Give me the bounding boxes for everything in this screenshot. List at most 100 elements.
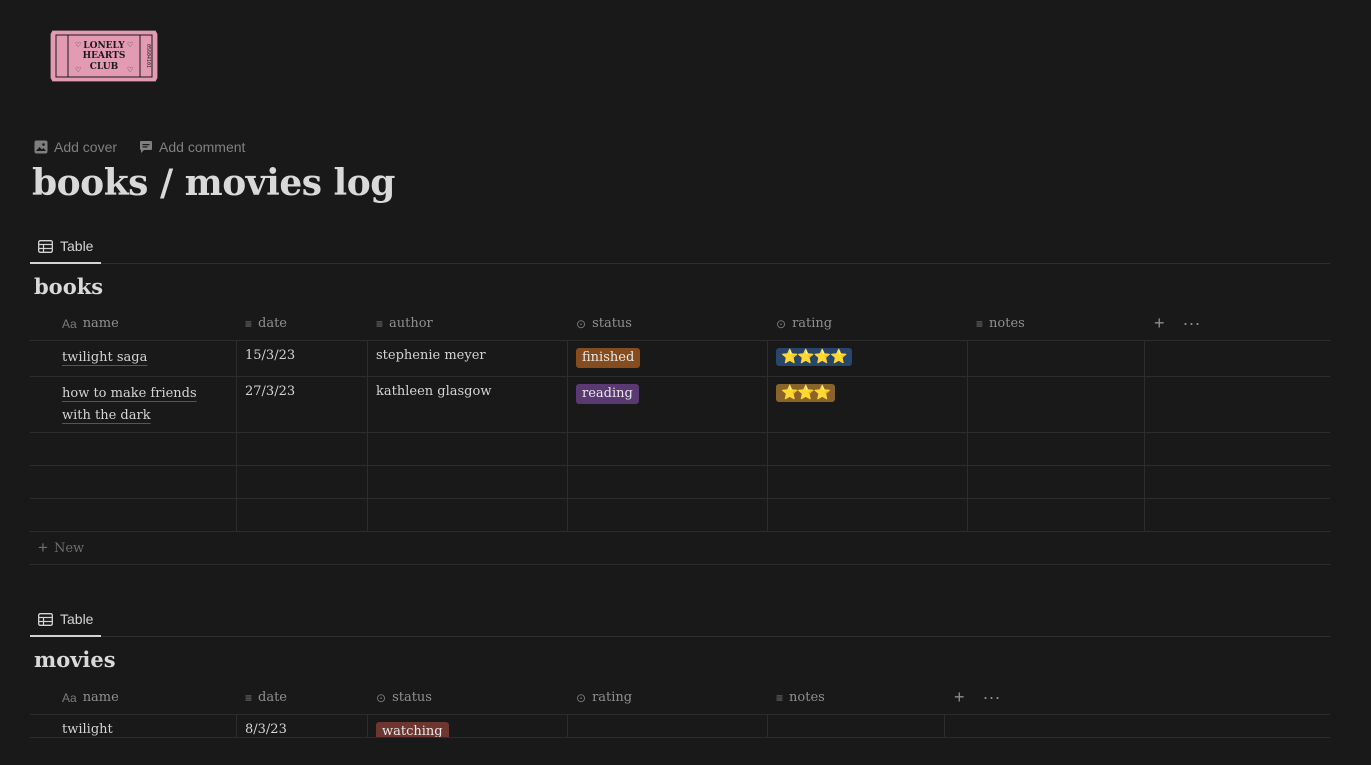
movies-cell-rating[interactable] — [568, 715, 768, 737]
books-cell-name[interactable]: how to make friends with the dark — [30, 377, 237, 432]
add-comment-button[interactable]: Add comment — [139, 139, 245, 155]
books-new-label: New — [53, 540, 85, 556]
books-col-rating[interactable]: ⊙ rating — [768, 307, 967, 340]
books-row-name: how to make friends with the dark — [62, 386, 197, 423]
books-cell-rating[interactable]: ⭐⭐⭐⭐ — [768, 341, 968, 376]
movies-tab-table[interactable]: Table — [30, 603, 102, 637]
text-lines-icon: ≡ — [376, 316, 384, 331]
text-lines-icon: ≡ — [245, 316, 253, 331]
add-cover-button[interactable]: Add cover — [34, 139, 117, 155]
books-col-name[interactable]: Aa name — [54, 307, 236, 340]
movies-col-date-label: date — [258, 690, 288, 705]
movies-col-name[interactable]: Aa name — [54, 681, 236, 714]
books-col-notes[interactable]: ≡ notes — [968, 307, 1144, 340]
books-col-date[interactable]: ≡ date — [237, 307, 367, 340]
select-icon: ⊙ — [376, 690, 387, 705]
books-cell-status[interactable] — [568, 499, 768, 531]
books-col-author-label: author — [389, 316, 433, 331]
books-cell-notes[interactable] — [968, 466, 1145, 498]
books-cell-notes[interactable] — [968, 499, 1145, 531]
more-options-icon[interactable]: ··· — [983, 687, 1001, 708]
movies-cell-status[interactable]: watching — [368, 715, 568, 737]
books-cell-name[interactable]: twilight saga — [30, 341, 237, 376]
books-cell-author[interactable]: kathleen glasgow — [368, 377, 568, 432]
books-new-row-button[interactable]: + New — [30, 532, 1330, 565]
books-cell-author[interactable] — [368, 433, 568, 465]
select-icon: ⊙ — [776, 316, 787, 331]
books-cell-rating[interactable] — [768, 466, 968, 498]
rating-badge: ⭐⭐⭐⭐ — [776, 348, 852, 366]
books-cell-notes[interactable] — [968, 433, 1145, 465]
add-property-plus-icon[interactable]: + — [954, 687, 965, 708]
books-title[interactable]: books — [34, 274, 103, 299]
books-col-author[interactable]: ≡ author — [368, 307, 567, 340]
books-cell-date[interactable] — [237, 433, 368, 465]
books-cell-date[interactable] — [237, 466, 368, 498]
text-lines-icon: ≡ — [245, 690, 253, 705]
add-property-plus-icon[interactable]: + — [1154, 313, 1165, 334]
books-cell-author[interactable] — [368, 499, 568, 531]
books-cell-notes[interactable] — [968, 377, 1145, 432]
movies-cell-date[interactable]: 8/3/23 — [237, 715, 368, 737]
page-title[interactable]: books / movies log — [32, 162, 395, 204]
table-row[interactable] — [30, 499, 1330, 532]
table-row[interactable]: twilight 8/3/23 watching — [30, 715, 1330, 738]
add-cover-label: Add cover — [54, 139, 118, 155]
books-cell-name[interactable] — [30, 466, 237, 498]
text-aa-icon: Aa — [62, 690, 77, 705]
books-col-notes-label: notes — [989, 316, 1025, 331]
books-cell-rating[interactable] — [768, 433, 968, 465]
text-lines-icon: ≡ — [976, 316, 984, 331]
books-cell-status[interactable]: finished — [568, 341, 768, 376]
select-icon: ⊙ — [576, 316, 587, 331]
table-row[interactable]: twilight saga 15/3/23 stephenie meyer fi… — [30, 341, 1330, 377]
movies-col-date[interactable]: ≡ date — [237, 681, 367, 714]
books-cell-date[interactable] — [237, 499, 368, 531]
books-cell-author[interactable]: stephenie meyer — [368, 341, 568, 376]
movies-header-row: Aa name ≡ date ⊙ status ⊙ rating ≡ notes… — [30, 681, 1330, 715]
books-cell-date[interactable]: 27/3/23 — [237, 377, 368, 432]
movies-row-name: twilight — [62, 722, 113, 737]
svg-text:♡: ♡ — [127, 66, 133, 74]
svg-text:♡: ♡ — [75, 41, 81, 49]
movies-view-tabs: Table — [30, 603, 1330, 637]
books-cell-rating[interactable] — [768, 499, 968, 531]
books-cell-status[interactable] — [568, 466, 768, 498]
books-cell-rating[interactable]: ⭐⭐⭐ — [768, 377, 968, 432]
page-actions: Add cover Add comment — [34, 139, 245, 155]
movies-header-actions: + ··· — [954, 681, 1001, 714]
books-col-status-label: status — [592, 316, 632, 331]
logo-text-line1: LONELY — [83, 41, 125, 51]
books-cell-status[interactable]: reading — [568, 377, 768, 432]
books-cell-date[interactable]: 15/3/23 — [237, 341, 368, 376]
movies-table: Aa name ≡ date ⊙ status ⊙ rating ≡ notes… — [30, 681, 1330, 738]
movies-title[interactable]: movies — [34, 647, 116, 672]
comment-icon — [140, 141, 153, 153]
movies-col-status[interactable]: ⊙ status — [368, 681, 567, 714]
movies-col-rating[interactable]: ⊙ rating — [568, 681, 767, 714]
movies-col-rating-label: rating — [592, 690, 633, 705]
logo-serial: 05604101 — [145, 44, 151, 68]
books-cell-name[interactable] — [30, 499, 237, 531]
status-badge: finished — [576, 348, 641, 368]
table-row[interactable] — [30, 466, 1330, 499]
svg-text:♡: ♡ — [75, 66, 81, 74]
page-icon-logo[interactable]: LONELY HEARTS CLUB 05604101 ♡ ♡ ♡ ♡ — [48, 28, 160, 84]
status-badge: reading — [576, 384, 639, 404]
movies-col-notes[interactable]: ≡ notes — [768, 681, 944, 714]
svg-text:♡: ♡ — [127, 41, 133, 49]
more-options-icon[interactable]: ··· — [1183, 313, 1201, 334]
books-tab-table[interactable]: Table — [30, 230, 102, 264]
movies-cell-notes[interactable] — [768, 715, 945, 737]
movies-cell-name[interactable]: twilight — [30, 715, 237, 737]
books-tab-label: Table — [60, 238, 94, 254]
status-badge: watching — [376, 722, 449, 737]
movies-col-name-label: name — [82, 690, 119, 705]
books-cell-name[interactable] — [30, 433, 237, 465]
books-cell-notes[interactable] — [968, 341, 1145, 376]
books-cell-status[interactable] — [568, 433, 768, 465]
table-row[interactable]: how to make friends with the dark 27/3/2… — [30, 377, 1330, 433]
books-col-status[interactable]: ⊙ status — [568, 307, 767, 340]
table-row[interactable] — [30, 433, 1330, 466]
books-cell-author[interactable] — [368, 466, 568, 498]
